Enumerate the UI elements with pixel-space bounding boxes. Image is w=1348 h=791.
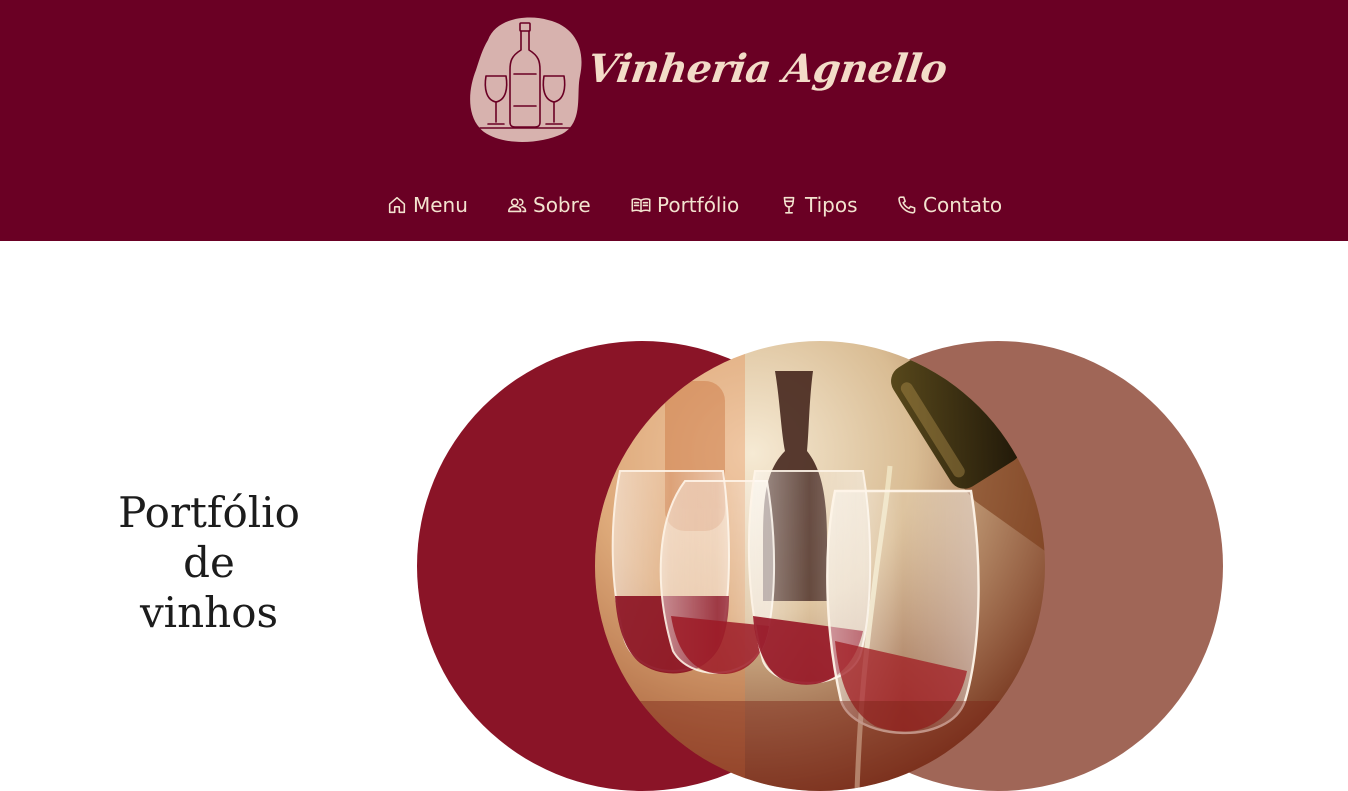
main-nav: Menu Sobre Portfólio Tipos Contato: [0, 187, 1348, 223]
hero-title: Portfólio de vinhos: [86, 488, 332, 638]
users-icon: [507, 198, 527, 213]
wine-glass-icon: [783, 196, 795, 214]
hero-title-line: de: [183, 538, 235, 587]
phone-icon: [898, 196, 916, 214]
hero-title-line: vinhos: [139, 588, 279, 637]
site-header: Vinheria Agnello Menu Sobre Portfólio Ti…: [0, 0, 1348, 241]
hero-title-line: Portfólio: [118, 488, 300, 537]
nav-item-label: Contato: [923, 193, 1003, 217]
nav-item-portfolio[interactable]: Portfólio: [630, 187, 739, 223]
nav-item-label: Menu: [413, 193, 468, 217]
brand-name[interactable]: Vinheria Agnello: [585, 46, 950, 92]
book-open-icon: [631, 198, 651, 213]
nav-item-label: Tipos: [805, 193, 858, 217]
nav-item-label: Sobre: [533, 193, 591, 217]
nav-item-tipos[interactable]: Tipos: [778, 187, 858, 223]
wine-pouring-image: [595, 341, 1045, 791]
home-icon: [388, 196, 406, 214]
logo-icon[interactable]: [466, 14, 586, 144]
nav-item-label: Portfólio: [657, 193, 740, 217]
nav-item-sobre[interactable]: Sobre: [506, 187, 591, 223]
nav-item-menu[interactable]: Menu: [386, 187, 468, 223]
nav-item-contato[interactable]: Contato: [896, 187, 1002, 223]
